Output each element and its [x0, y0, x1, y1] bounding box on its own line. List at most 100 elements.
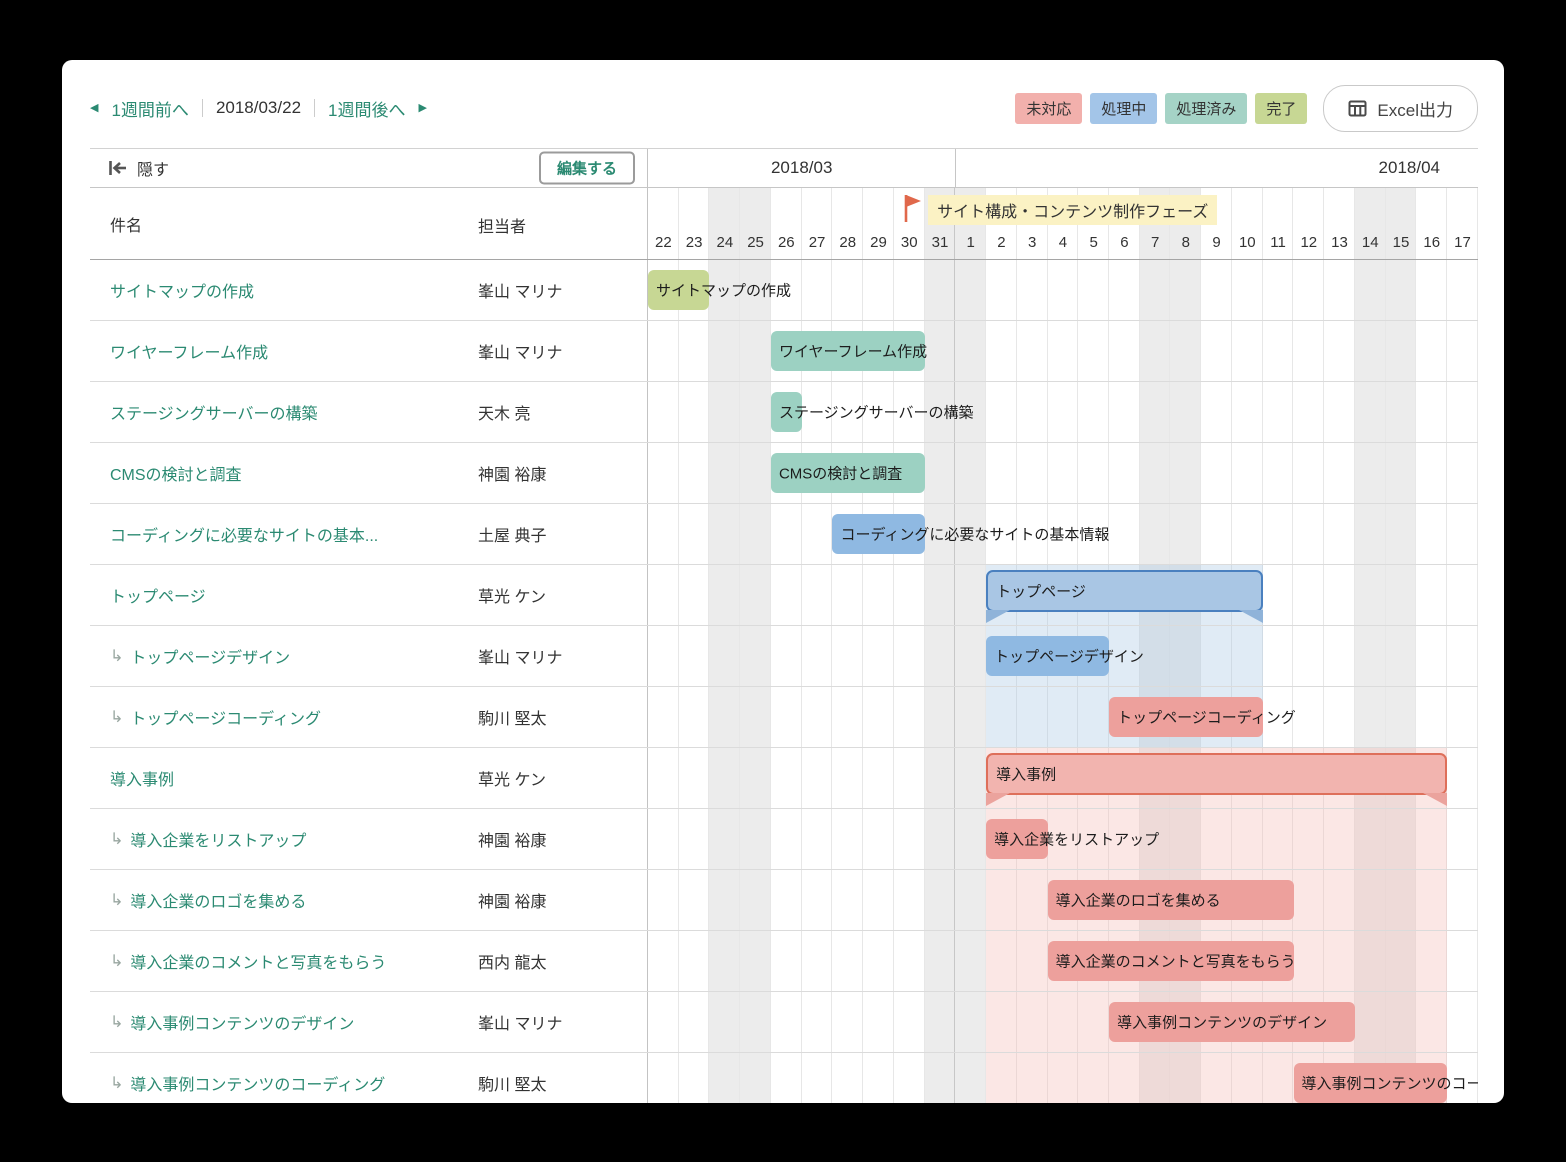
day-column: [1048, 382, 1079, 442]
day-number: 3: [1017, 225, 1048, 259]
day-column: [648, 504, 679, 564]
gantt-row-chart: 導入企業のコメントと写真をもらう: [648, 931, 1478, 991]
gantt-bar-label: サイトマップの作成: [656, 280, 791, 301]
weekend-column: [925, 687, 956, 747]
task-subject-link[interactable]: トップページ: [110, 583, 206, 607]
parent-gantt-bar[interactable]: トップページ: [986, 570, 1263, 612]
parent-bar-tail: [1423, 793, 1447, 806]
day-column: [1447, 565, 1478, 625]
day-column: [863, 748, 894, 808]
parent-gantt-bar[interactable]: 導入事例: [986, 753, 1447, 795]
gantt-bar[interactable]: トップページデザイン: [986, 636, 1109, 676]
day-column: [1232, 382, 1263, 442]
day-column: [1017, 443, 1048, 503]
day-column: [802, 504, 833, 564]
prev-week-link[interactable]: 1週間前へ: [111, 96, 188, 121]
day-column: [1048, 260, 1079, 320]
subject-cell: ↳トップページデザイン: [110, 644, 290, 668]
weekend-column: [1355, 565, 1386, 625]
task-subject-link[interactable]: ステージングサーバーの構築: [110, 400, 318, 424]
task-subject-link[interactable]: サイトマップの作成: [110, 278, 254, 302]
weekend-column: [740, 809, 771, 869]
gantt-bar[interactable]: 導入企業のコメントと写真をもらう: [1048, 941, 1294, 981]
gantt-bar-label: トップページコーディング: [1117, 707, 1296, 728]
day-column: [1078, 321, 1109, 381]
gantt-bar[interactable]: 導入企業のロゴを集める: [1048, 880, 1294, 920]
weekend-column: [740, 1053, 771, 1103]
month-label-march: 2018/03: [648, 149, 955, 187]
excel-export-button[interactable]: Excel出力: [1323, 85, 1478, 132]
task-subject-link[interactable]: CMSの検討と調査: [110, 461, 242, 485]
task-subject-link[interactable]: 導入企業をリストアップ: [130, 827, 306, 851]
day-column: [648, 748, 679, 808]
weekend-column: [740, 931, 771, 991]
milestone-marker[interactable]: サイト構成・コンテンツ制作フェーズ: [903, 193, 1217, 225]
day-column: [863, 1053, 894, 1103]
gantt-bar[interactable]: ワイヤーフレーム作成: [771, 331, 925, 371]
task-subject-link[interactable]: トップページデザイン: [130, 644, 290, 668]
gantt-row: ↳導入事例コンテンツのコーディング駒川 堅太導入事例コンテンツのコーディング: [90, 1053, 1478, 1103]
weekend-column: [709, 870, 740, 930]
weekend-column: [1140, 443, 1171, 503]
day-column: [1447, 321, 1478, 381]
next-week-link[interactable]: 1週間後へ: [328, 96, 405, 121]
task-subject-link[interactable]: コーディングに必要なサイトの基本...: [110, 522, 378, 546]
gantt-bar[interactable]: コーディングに必要なサイトの基本情報: [832, 514, 924, 554]
assignee-name: 峯山 マリナ: [478, 339, 562, 363]
weekend-column: [709, 443, 740, 503]
weekend-column: [740, 443, 771, 503]
task-subject-link[interactable]: 導入企業のロゴを集める: [130, 888, 306, 912]
gantt-row-chart: コーディングに必要なサイトの基本情報: [648, 504, 1478, 564]
gantt-bar[interactable]: サイトマップの作成: [648, 270, 709, 310]
weekend-column: [955, 992, 986, 1052]
weekend-column: [955, 809, 986, 869]
day-column: [863, 626, 894, 686]
left-pane-header: 隠す 編集する: [90, 149, 648, 187]
subject-cell: ワイヤーフレーム作成: [110, 339, 268, 363]
task-subject-link[interactable]: 導入事例: [110, 766, 174, 790]
day-column: [1232, 504, 1263, 564]
prev-week-arrow-icon[interactable]: ◀: [90, 103, 98, 114]
hide-pane-button[interactable]: 隠す: [108, 156, 169, 180]
gantt-bar-label: 導入企業をリストアップ: [994, 829, 1159, 850]
toolbar: ◀ 1週間前へ 2018/03/22 1週間後へ ▶ 未対応処理中処理済み完了: [62, 60, 1504, 148]
day-number: 23: [679, 225, 710, 259]
subtask-arrow-icon: ↳: [110, 1073, 123, 1093]
day-column: [1416, 382, 1447, 442]
task-subject-link[interactable]: ワイヤーフレーム作成: [110, 339, 268, 363]
day-number: 9: [1201, 225, 1232, 259]
task-subject-link[interactable]: トップページコーディング: [130, 705, 321, 729]
gantt-bar[interactable]: 導入事例コンテンツのデザイン: [1109, 1002, 1355, 1042]
weekend-column: [709, 748, 740, 808]
day-number: 22: [648, 225, 679, 259]
day-column: [802, 870, 833, 930]
edit-button[interactable]: 編集する: [539, 152, 635, 185]
weekend-column: [740, 321, 771, 381]
months-wrap: 2018/03 2018/04: [648, 149, 1478, 187]
task-subject-link[interactable]: 導入事例コンテンツのデザイン: [130, 1010, 354, 1034]
gantt-bar[interactable]: ステージングサーバーの構築: [771, 392, 802, 432]
task-subject-link[interactable]: 導入企業のコメントと写真をもらう: [130, 949, 386, 973]
day-column: [1109, 443, 1140, 503]
day-column: [986, 260, 1017, 320]
gantt-row-chart: 導入企業をリストアップ: [648, 809, 1478, 869]
day-column: [802, 809, 833, 869]
gantt-bar[interactable]: トップページコーディング: [1109, 697, 1263, 737]
gantt-row: ↳導入企業をリストアップ神園 裕康導入企業をリストアップ: [90, 809, 1478, 870]
task-subject-link[interactable]: 導入事例コンテンツのコーディング: [130, 1071, 385, 1095]
day-column: [894, 809, 925, 869]
gantt-bar[interactable]: 導入事例コンテンツのコーディング: [1294, 1063, 1448, 1103]
gantt-bar[interactable]: CMSの検討と調査: [771, 453, 925, 493]
day-column: [894, 626, 925, 686]
weekend-column: [955, 931, 986, 991]
next-week-arrow-icon[interactable]: ▶: [419, 103, 427, 114]
gantt-bar[interactable]: 導入企業をリストアップ: [986, 819, 1047, 859]
left-pane-columns: 件名 担当者: [90, 188, 648, 259]
day-column: [894, 687, 925, 747]
timeline-header: サイト構成・コンテンツ制作フェーズ 2223242526272829303112…: [648, 188, 1478, 259]
day-column: [802, 626, 833, 686]
weekend-column: [1386, 504, 1417, 564]
gantt-row: ↳トップページデザイン峯山 マリナトップページデザイン: [90, 626, 1478, 687]
status-legend-resolved: 処理済み: [1165, 93, 1247, 124]
day-column: [1293, 687, 1324, 747]
